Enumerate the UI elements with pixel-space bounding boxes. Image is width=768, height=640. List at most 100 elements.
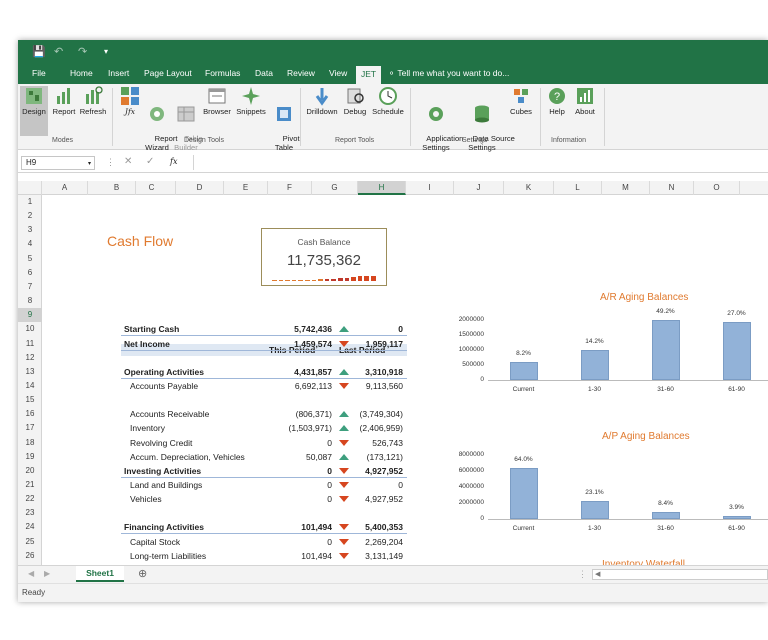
row-header-23[interactable]: 23: [18, 506, 42, 520]
tab-home[interactable]: Home: [70, 68, 93, 78]
row-header-7[interactable]: 7: [18, 280, 42, 294]
chart-0-ytick: 0: [480, 376, 484, 383]
tab-jet[interactable]: JET: [356, 66, 382, 84]
row-header-4[interactable]: 4: [18, 237, 42, 251]
row-header-9[interactable]: 9: [18, 308, 42, 323]
select-all-corner[interactable]: [18, 181, 42, 195]
col-header-N[interactable]: N: [650, 181, 694, 195]
cf-capital-stock-label: Capital Stock: [130, 536, 181, 547]
tab-data[interactable]: Data: [255, 68, 273, 78]
row-header-21[interactable]: 21: [18, 478, 42, 492]
report-wizard-button[interactable]: Report Wizard: [142, 86, 177, 152]
col-header-O[interactable]: O: [694, 181, 740, 195]
chart-0-bar-31-60[interactable]: [651, 320, 680, 380]
row-header-25[interactable]: 25: [18, 535, 42, 549]
help-button[interactable]: ? Help: [544, 86, 570, 116]
row-header-10[interactable]: 10: [18, 322, 42, 336]
design-button[interactable]: Design: [20, 86, 48, 136]
application-settings-button[interactable]: Application Settings: [414, 86, 463, 152]
undo-icon[interactable]: ↶: [54, 45, 63, 58]
tab-insert[interactable]: Insert: [108, 68, 129, 78]
row-header-6[interactable]: 6: [18, 266, 42, 280]
refresh-label: Refresh: [79, 107, 107, 116]
row-header-20[interactable]: 20: [18, 464, 42, 478]
col-header-D[interactable]: D: [176, 181, 224, 195]
cubes-button[interactable]: Cubes: [506, 86, 536, 116]
row-header-18[interactable]: 18: [18, 436, 42, 450]
col-header-L[interactable]: L: [554, 181, 602, 195]
chart-1-bar-61-90[interactable]: [722, 515, 751, 519]
col-header-F[interactable]: F: [268, 181, 312, 195]
row-header-12[interactable]: 12: [18, 351, 42, 365]
row-header-17[interactable]: 17: [18, 421, 42, 435]
schedule-button[interactable]: Schedule: [370, 86, 406, 116]
row-header-11[interactable]: 11: [18, 337, 42, 351]
col-header-I[interactable]: I: [406, 181, 454, 195]
horizontal-scrollbar[interactable]: ◀: [592, 569, 768, 580]
name-box[interactable]: H9 ▾: [21, 156, 95, 170]
chart-0-bar-61-90[interactable]: [722, 322, 751, 380]
cf-accounts-payable-this-period: 6,692,113: [294, 380, 332, 391]
redo-icon[interactable]: ↷: [78, 45, 87, 58]
cancel-icon[interactable]: ✕: [124, 156, 132, 167]
row-header-24[interactable]: 24: [18, 520, 42, 534]
tab-review[interactable]: Review: [287, 68, 315, 78]
report-button[interactable]: Report: [50, 86, 78, 116]
tell-me-box[interactable]: ⚬ Tell me what you want to do...: [388, 68, 509, 79]
cubes-icon: [511, 86, 531, 106]
chart-1-bar-31-60[interactable]: [651, 512, 680, 519]
chart-0-bar-1-30[interactable]: [580, 349, 609, 380]
col-header-J[interactable]: J: [454, 181, 504, 195]
chart-1-bar-1-30[interactable]: [580, 500, 609, 519]
sheet-tab-bar: ◀ ▶ Sheet1 ⊕ ⋮ ◀: [18, 565, 768, 583]
cf-accounts-receivable-last-period: (3,749,304): [359, 409, 403, 420]
add-sheet-icon[interactable]: ⊕: [138, 567, 147, 580]
col-header-M[interactable]: M: [602, 181, 650, 195]
scroll-left-icon[interactable]: ◀: [595, 570, 600, 578]
row-header-1[interactable]: 1: [18, 195, 42, 209]
tab-page-layout[interactable]: Page Layout: [144, 68, 192, 78]
row-header-14[interactable]: 14: [18, 379, 42, 393]
snippets-button[interactable]: Snippets: [234, 86, 268, 116]
save-icon[interactable]: 💾: [32, 45, 46, 58]
row-header-15[interactable]: 15: [18, 393, 42, 407]
worksheet-grid[interactable]: Cash Flow Cash Balance 11,735,362 This P…: [42, 195, 768, 565]
formula-input[interactable]: [198, 155, 764, 170]
tab-file[interactable]: File: [32, 68, 46, 78]
customize-icon[interactable]: ▾: [104, 47, 108, 56]
row-header-26[interactable]: 26: [18, 549, 42, 563]
browser-button[interactable]: Browser: [200, 86, 234, 116]
prev-sheet-icon[interactable]: ◀: [28, 569, 34, 578]
data-source-icon: [472, 104, 492, 124]
fx-icon[interactable]: fx: [170, 157, 177, 166]
col-header-H[interactable]: H: [358, 181, 406, 195]
row-header-3[interactable]: 3: [18, 223, 42, 237]
row-header-2[interactable]: 2: [18, 209, 42, 223]
jfx-button[interactable]: Jfx: [118, 86, 142, 116]
sparkline-bar: [311, 280, 317, 281]
enter-icon[interactable]: ✓: [146, 156, 154, 167]
next-sheet-icon[interactable]: ▶: [44, 569, 50, 578]
col-header-K[interactable]: K: [504, 181, 554, 195]
row-header-8[interactable]: 8: [18, 294, 42, 308]
row-header-5[interactable]: 5: [18, 252, 42, 266]
tab-view[interactable]: View: [329, 68, 347, 78]
chart-1-bar-current[interactable]: [509, 467, 538, 519]
about-button[interactable]: About: [570, 86, 600, 116]
group-label-settings: Settings: [462, 137, 488, 144]
col-header-E[interactable]: E: [224, 181, 268, 195]
row-header-16[interactable]: 16: [18, 407, 42, 421]
tab-formulas[interactable]: Formulas: [205, 68, 240, 78]
chart-0-bar-current[interactable]: [509, 362, 538, 380]
col-header-G[interactable]: G: [312, 181, 358, 195]
pivot-table-button[interactable]: Pivot Table: [270, 86, 300, 152]
col-header-A[interactable]: A: [42, 181, 88, 195]
row-header-22[interactable]: 22: [18, 492, 42, 506]
sheet-tab-sheet1[interactable]: Sheet1: [76, 566, 124, 582]
debug-button[interactable]: Debug: [340, 86, 370, 116]
refresh-button[interactable]: Refresh: [78, 86, 108, 116]
drilldown-button[interactable]: Drilldown: [304, 86, 340, 116]
row-header-19[interactable]: 19: [18, 450, 42, 464]
col-header-C[interactable]: C: [128, 181, 176, 195]
row-header-13[interactable]: 13: [18, 365, 42, 379]
